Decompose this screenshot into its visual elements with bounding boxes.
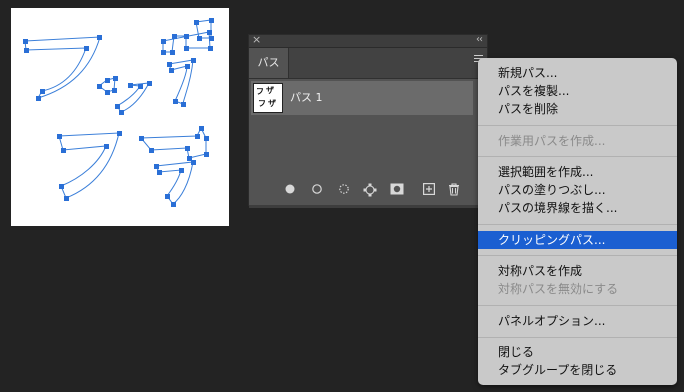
thumb-glyph: ザ xyxy=(268,99,276,108)
load-selection-icon[interactable] xyxy=(337,183,351,197)
document-canvas[interactable] xyxy=(11,8,229,226)
thumb-glyph: フ xyxy=(258,99,266,108)
thumb-glyph: ザ xyxy=(266,86,274,95)
path-name: パス 1 xyxy=(290,91,323,104)
menu-separator xyxy=(478,125,677,126)
close-icon[interactable]: × xyxy=(252,33,261,47)
tab-paths[interactable]: パス xyxy=(249,48,289,78)
menu-separator xyxy=(478,255,677,256)
panel-tab-row: パス xyxy=(249,48,487,79)
menu-item-panel-options[interactable]: パネルオプション... xyxy=(478,312,677,330)
menu-item-delete-path[interactable]: パスを削除 xyxy=(478,100,677,118)
menu-item-close-tab-group[interactable]: タブグループを閉じる xyxy=(478,361,677,379)
menu-item-make-selection[interactable]: 選択範囲を作成... xyxy=(478,163,677,181)
menu-item-make-symmetry-path[interactable]: 対称パスを作成 xyxy=(478,262,677,280)
menu-item-clipping-path[interactable]: クリッピングパス... xyxy=(478,231,677,249)
thumb-glyph: フ xyxy=(256,87,264,96)
menu-item-close[interactable]: 閉じる xyxy=(478,343,677,361)
menu-item-new-path[interactable]: 新規パス... xyxy=(478,64,677,82)
panel-title-bar[interactable]: × ‹‹ xyxy=(249,33,487,48)
menu-item-duplicate-path[interactable]: パスを複製... xyxy=(478,82,677,100)
fill-path-icon[interactable] xyxy=(283,183,297,197)
menu-item-make-work-path: 作業用パスを作成... xyxy=(498,134,606,148)
menu-separator xyxy=(478,156,677,157)
path-list-item[interactable]: フ ザ フ ザ パス 1 xyxy=(251,81,473,115)
stroke-path-icon[interactable] xyxy=(310,183,324,197)
menu-item-disable-symmetry: 対称パスを無効にする xyxy=(498,282,619,296)
menu-separator xyxy=(478,224,677,225)
add-mask-icon[interactable] xyxy=(390,183,404,197)
new-path-icon[interactable] xyxy=(422,183,436,197)
trash-icon[interactable] xyxy=(447,183,461,197)
menu-separator xyxy=(478,305,677,306)
make-work-path-icon[interactable] xyxy=(363,183,377,197)
collapse-icon[interactable]: ‹‹ xyxy=(476,33,483,47)
menu-item-stroke-path[interactable]: パスの境界線を描く... xyxy=(478,199,677,217)
menu-item-fill-path[interactable]: パスの塗りつぶし... xyxy=(478,181,677,199)
glyph-paths xyxy=(23,18,214,207)
paths-panel: × ‹‹ パス フ ザ フ ザ パス 1 xyxy=(248,33,488,208)
menu-separator xyxy=(478,337,677,338)
path-thumbnail: フ ザ フ ザ xyxy=(253,83,283,113)
panel-bottom-toolbar xyxy=(249,175,487,205)
panel-resize-grip[interactable] xyxy=(249,205,487,208)
paths-panel-menu: 新規パス... パスを複製... パスを削除 作業用パスを作成... 選択範囲を… xyxy=(478,58,677,385)
